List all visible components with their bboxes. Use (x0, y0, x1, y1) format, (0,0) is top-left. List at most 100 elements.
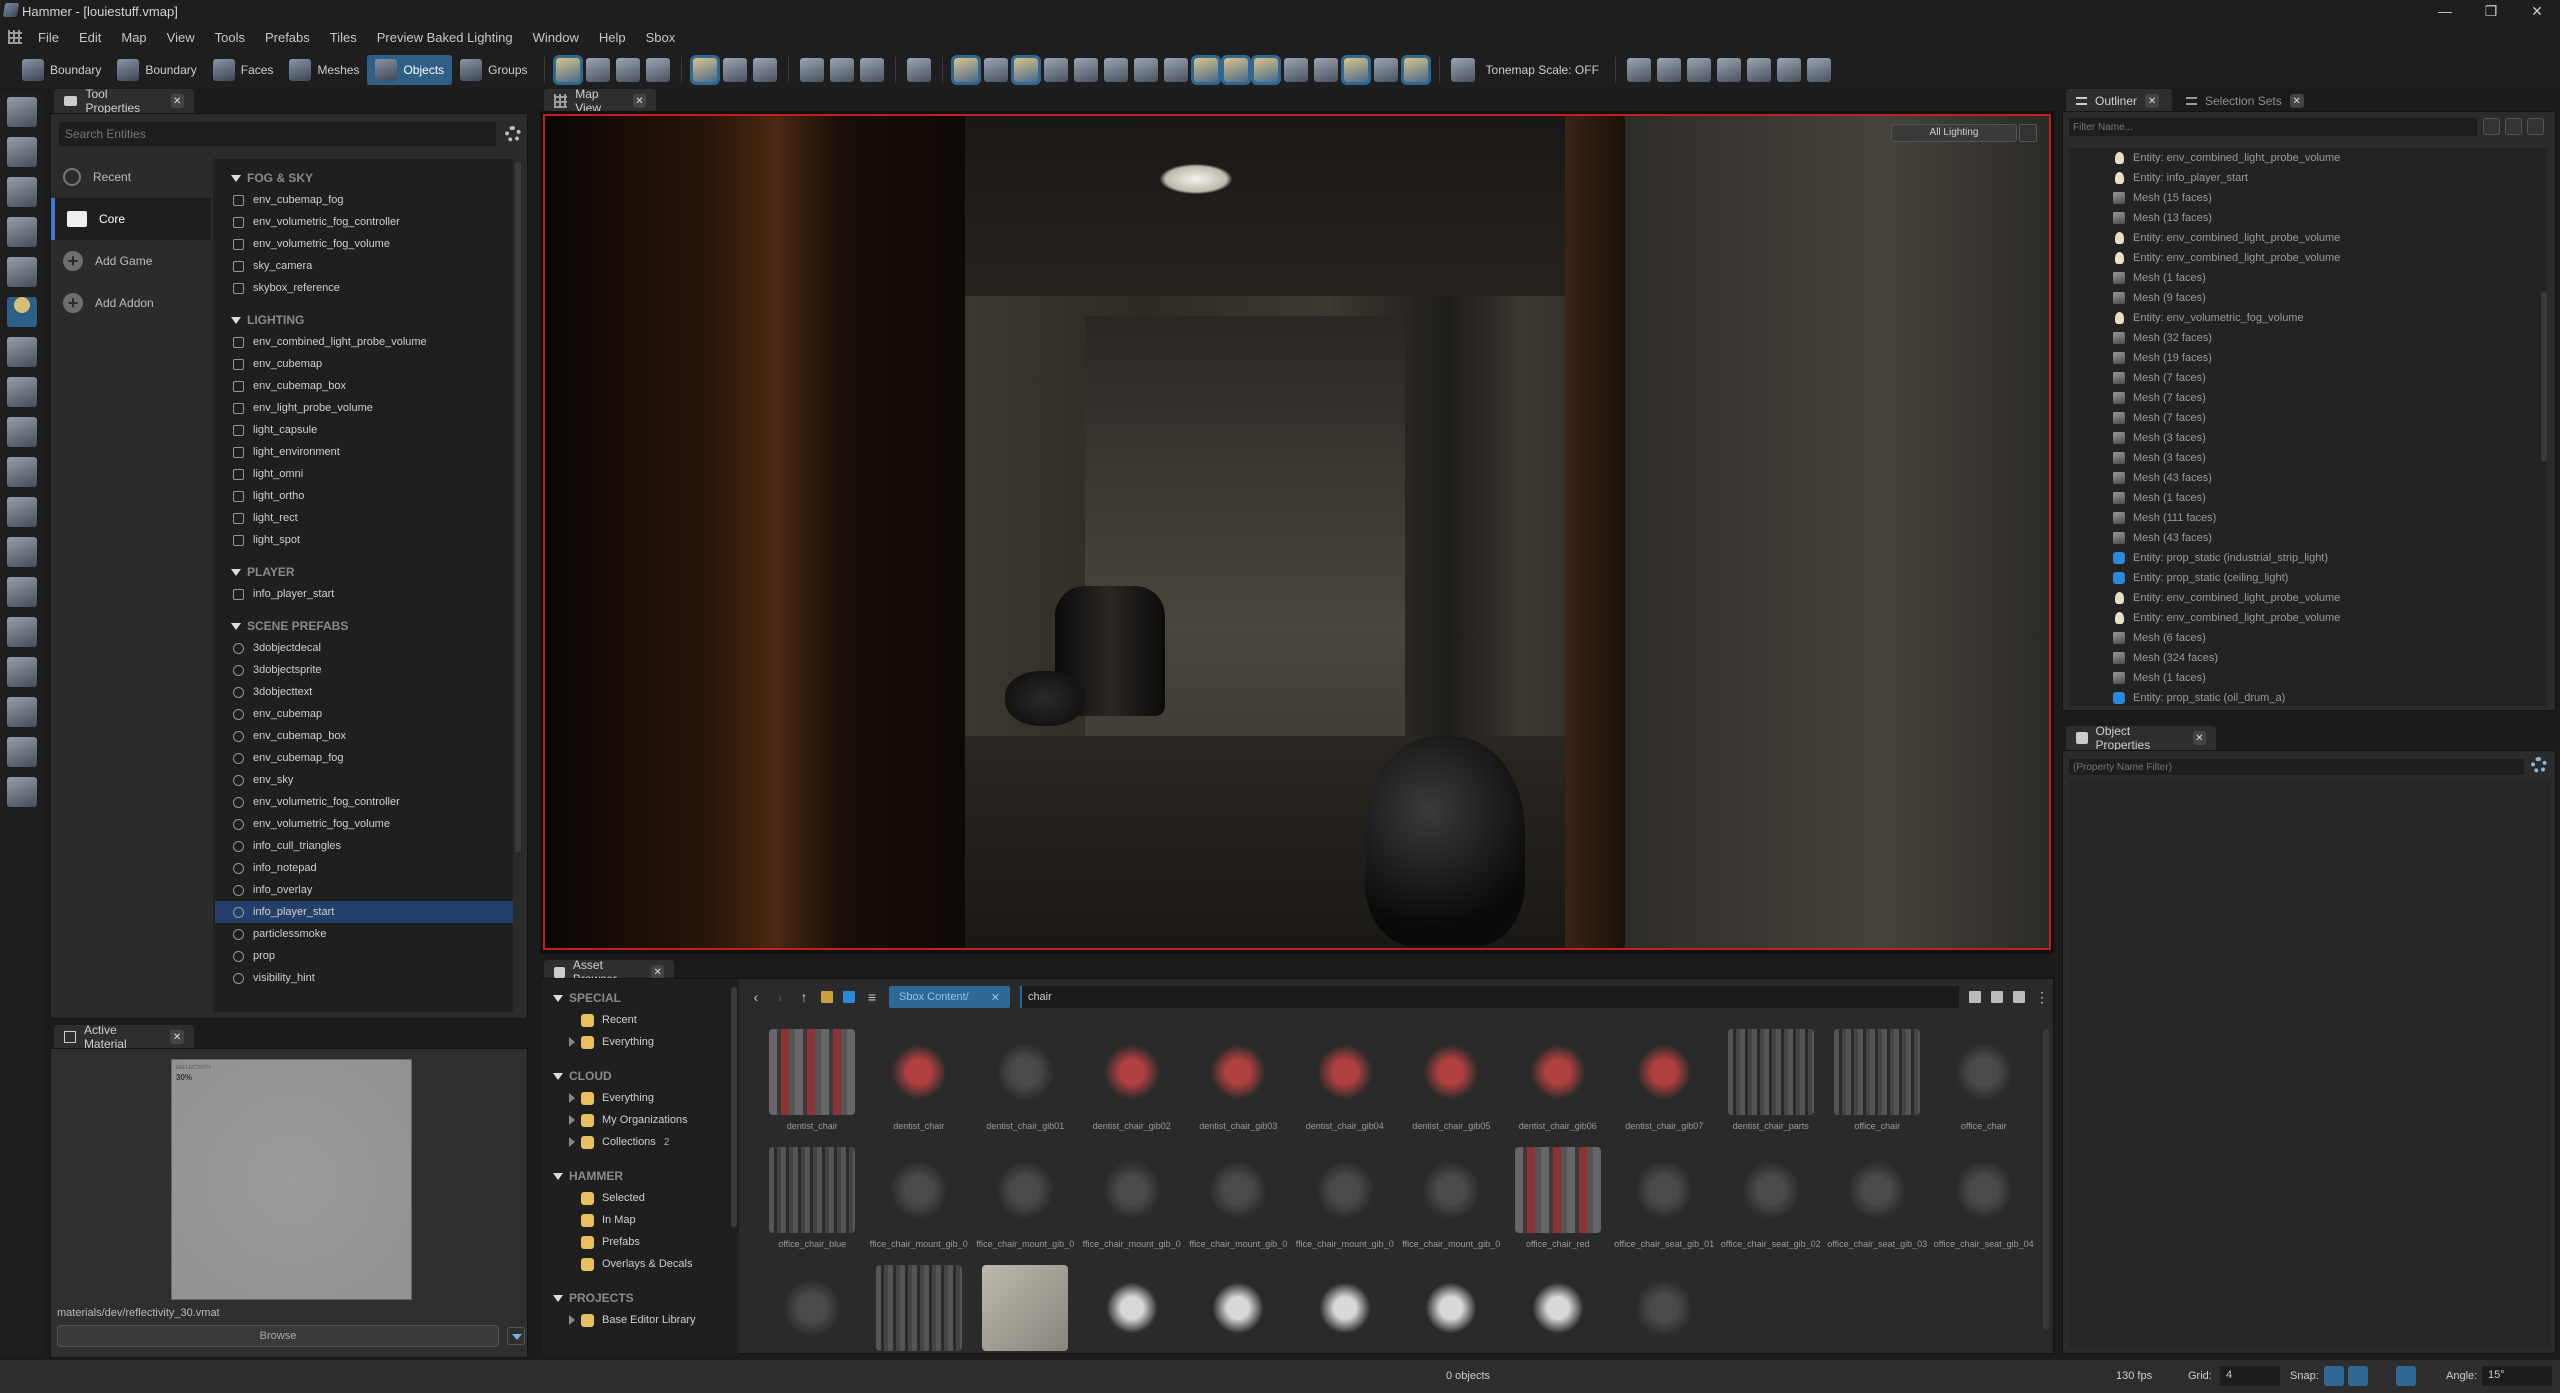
lock-icon[interactable] (722, 58, 747, 82)
menu-tools[interactable]: Tools (205, 30, 255, 45)
move-icon[interactable] (7, 137, 37, 167)
mode-objects-button[interactable]: Objects (367, 55, 453, 85)
lock-alt-icon[interactable] (752, 58, 777, 82)
outliner-row[interactable]: Entity: prop_static (oil_drum_a) (2113, 688, 2547, 706)
asset-tree-item[interactable]: Overlays & Decals (553, 1253, 739, 1275)
expand-arrow-icon[interactable] (569, 1137, 575, 1147)
entity-tool-icon[interactable] (7, 297, 37, 327)
asset-tile[interactable]: dentist_chair_gib02 (1079, 1029, 1186, 1141)
asset-grid-scrollbar[interactable] (2043, 1029, 2049, 1329)
asset-tree-section[interactable]: CLOUD (553, 1065, 739, 1087)
entity-list-item[interactable]: env_volumetric_fog_volume (231, 813, 513, 835)
outliner-row[interactable]: Entity: prop_static (industrial_strip_li… (2113, 548, 2547, 568)
entity-list-item[interactable]: env_cubemap (231, 353, 513, 375)
material-preview[interactable]: REFLECTIVITY 30% (171, 1059, 412, 1300)
category-core[interactable]: Core (51, 198, 211, 240)
close-tab-button[interactable]: ✕ (170, 1030, 185, 1044)
tile-grid-icon[interactable] (7, 737, 37, 767)
cube-pivot-icon[interactable] (829, 58, 854, 82)
asset-tile[interactable]: office_chair_seat_gib_01 (1611, 1147, 1718, 1259)
copy-icon[interactable] (1969, 991, 1981, 1003)
light-bulb-icon[interactable] (950, 55, 981, 85)
close-tab-button[interactable]: ✕ (632, 94, 646, 108)
close-tab-button[interactable]: ✕ (2192, 731, 2206, 745)
outliner-row[interactable]: Mesh (32 faces) (2113, 328, 2547, 348)
shield-icon[interactable] (799, 58, 824, 82)
hatch-add-icon[interactable] (1806, 58, 1831, 82)
entity-list-item[interactable]: env_cubemap (231, 703, 513, 725)
tab-active-material[interactable]: Active Material ✕ (54, 1023, 194, 1051)
angle-dropdown[interactable]: 15° (2482, 1366, 2552, 1386)
select-arrow-icon[interactable] (7, 97, 37, 127)
asset-tile[interactable]: dentist_chair_gib01 (972, 1029, 1079, 1141)
fire-alt-icon[interactable] (1340, 55, 1371, 85)
asset-search-input[interactable] (1019, 986, 1959, 1008)
magnet-icon[interactable] (1103, 58, 1128, 82)
paint-brush-icon[interactable] (7, 577, 37, 607)
tiles-grid-icon[interactable] (1373, 58, 1398, 82)
more-options-icon[interactable]: ⋮ (2035, 989, 2049, 1006)
mode-groups-button[interactable]: Groups (452, 55, 535, 85)
mode-faces-button[interactable]: Faces (205, 55, 282, 85)
entity-section-header[interactable]: PLAYER (231, 561, 513, 583)
grid-view-icon[interactable] (2013, 991, 2025, 1003)
asset-tree-item[interactable]: Prefabs (553, 1231, 739, 1253)
category-add-addon[interactable]: + Add Addon (51, 282, 211, 324)
polygon-tool-icon[interactable] (7, 417, 37, 447)
outliner-row[interactable]: Mesh (1 faces) (2113, 488, 2547, 508)
expand-arrow-icon[interactable] (569, 1093, 575, 1103)
property-name-filter-input[interactable] (2069, 759, 2524, 775)
cube-icon[interactable] (1133, 58, 1158, 82)
cut-tool-icon[interactable] (7, 777, 37, 807)
entity-list-item[interactable]: env_cubemap_fog (231, 747, 513, 769)
asset-tile[interactable]: dentist_chair_gib07 (1611, 1029, 1718, 1141)
outliner-row[interactable]: Mesh (3 faces) (2113, 448, 2547, 468)
find-icon[interactable] (2527, 118, 2544, 135)
entity-list-item[interactable]: visibility_hint (231, 967, 513, 989)
entity-section-header[interactable]: SCENE PREFABS (231, 615, 513, 637)
entity-list-item[interactable]: env_cubemap_box (231, 375, 513, 397)
asset-tile[interactable]: ffice_chair_mount_gib_0 (1292, 1147, 1399, 1259)
asset-tile[interactable]: ffice_chair_mount_gib_0 (972, 1147, 1079, 1259)
asset-tile[interactable]: office_chair_blue (759, 1147, 866, 1259)
entity-list-item[interactable]: prop (231, 945, 513, 967)
mirror-tool-icon[interactable] (7, 497, 37, 527)
plant-icon[interactable] (1400, 55, 1431, 85)
local-assets-icon[interactable] (821, 991, 833, 1003)
entity-list-item[interactable]: light_spot (231, 529, 513, 551)
blocks-icon[interactable] (7, 657, 37, 687)
layout-icon[interactable] (1626, 58, 1651, 82)
entity-list-item[interactable]: sky_camera (231, 255, 513, 277)
outliner-row[interactable]: Entity: env_volumetric_fog_volume (2113, 308, 2547, 328)
pivot-circle-icon[interactable] (7, 257, 37, 287)
outliner-row[interactable]: Mesh (111 faces) (2113, 508, 2547, 528)
local-axis-icon[interactable] (585, 58, 610, 82)
outliner-row[interactable]: Mesh (3 faces) (2113, 428, 2547, 448)
3d-viewport[interactable]: All Lighting (543, 114, 2051, 950)
asset-tile[interactable]: dentist_chair (866, 1029, 973, 1141)
asset-tree-item[interactable]: Everything (553, 1031, 739, 1053)
outliner-row[interactable]: Entity: env_combined_light_probe_volume (2113, 608, 2547, 628)
rotate-icon[interactable] (7, 177, 37, 207)
asset-tile[interactable]: dentist_chair_parts (1718, 1029, 1825, 1141)
outliner-row[interactable]: Mesh (19 faces) (2113, 348, 2547, 368)
flag-icon[interactable] (1073, 58, 1098, 82)
asset-tile[interactable]: ffice_chair_mount_gib_0 (1185, 1147, 1292, 1259)
entity-list-item[interactable]: env_combined_light_probe_volume (231, 331, 513, 353)
menu-sbox[interactable]: Sbox (636, 30, 686, 45)
grid-snap-icon[interactable] (615, 58, 640, 82)
asset-tree-scrollbar[interactable] (731, 987, 737, 1227)
foliage-icon[interactable] (7, 697, 37, 727)
panel-icon[interactable] (1656, 58, 1681, 82)
entity-list-item[interactable]: light_capsule (231, 419, 513, 441)
path-breadcrumb[interactable]: Sbox Content/✕ (889, 986, 1010, 1008)
outliner-row[interactable]: Mesh (9 faces) (2113, 288, 2547, 308)
forward-button[interactable]: › (773, 989, 787, 1005)
outliner-row[interactable]: Entity: env_combined_light_probe_volume (2113, 228, 2547, 248)
gear-icon[interactable] (505, 126, 521, 142)
cube-detail-icon[interactable] (1163, 58, 1188, 82)
mode-meshes-button[interactable]: Meshes (281, 55, 367, 85)
asset-tile[interactable]: dentist_chair (759, 1029, 866, 1141)
asset-tile[interactable]: ffice_chair_mount_gib_0 (1398, 1147, 1505, 1259)
asset-tile[interactable]: ffice_chair_mount_gib_0 (866, 1147, 973, 1259)
